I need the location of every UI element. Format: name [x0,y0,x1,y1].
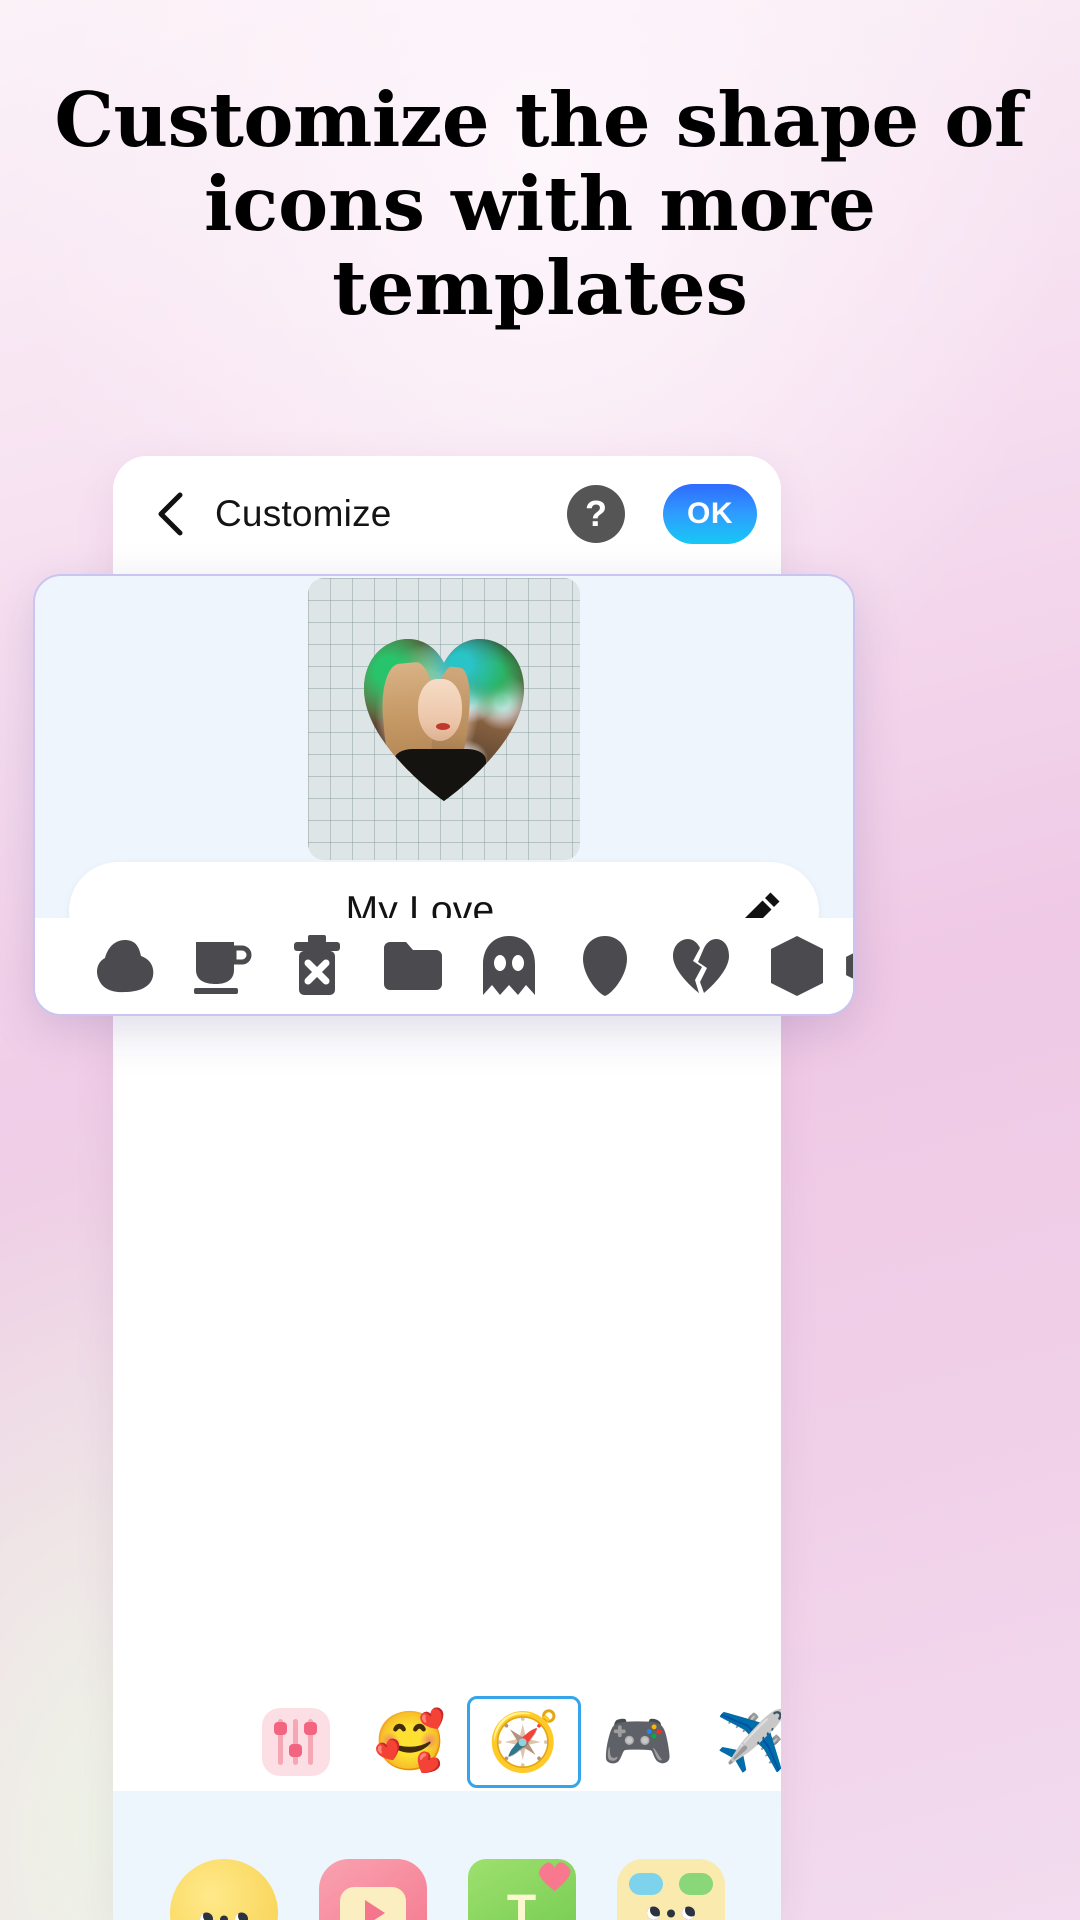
shape-coffee-cup[interactable] [173,928,269,1004]
heart-masked-photo [358,633,530,805]
icon-grid: T [149,1837,745,1920]
shape-trash-delete[interactable] [269,928,365,1004]
shape-broken-heart[interactable] [653,928,749,1004]
headline-line-2: icons with more [204,160,876,248]
headline-line-1: Customize the shape of [54,76,1026,164]
category-tab-strip[interactable]: 🥰 🧭 🎮 ✈️ 🏞️ [113,1693,781,1791]
icon-face [199,1912,248,1920]
icon-face [646,1906,695,1920]
sliders-icon [262,1708,330,1776]
grid-item[interactable]: T [447,1837,596,1920]
preview-area [35,576,853,862]
assistant-robot-icon[interactable] [169,1859,278,1920]
app-bar: Customize ? OK [113,456,781,572]
headline-line-3: templates [332,244,748,332]
grid-item[interactable] [298,1837,447,1920]
tab-travel[interactable]: ✈️ [695,1696,781,1788]
grid-item[interactable] [596,1837,745,1920]
airplane-emoji-icon: ✈️ [715,1709,781,1774]
shape-partial[interactable] [845,928,853,1004]
grid-item[interactable] [149,1837,298,1920]
shape-hexagon[interactable] [749,928,845,1004]
ok-button[interactable]: OK [663,484,757,544]
love-emoji-icon: 🥰 [373,1709,447,1774]
compass-emoji-icon: 🧭 [487,1709,561,1774]
shape-picker-overlay: My Love [33,574,855,1016]
shape-ghost[interactable] [461,928,557,1004]
shape-template-strip[interactable] [35,918,853,1014]
gamepad-emoji-icon: 🎮 [601,1709,675,1774]
video-player-icon[interactable] [318,1859,427,1920]
promo-headline: Customize the shape of icons with more t… [0,78,1080,330]
shape-folder[interactable] [365,928,461,1004]
chevron-left-icon[interactable] [147,491,193,537]
help-icon[interactable]: ? [567,485,625,543]
tab-sliders[interactable] [239,1696,353,1788]
tab-love[interactable]: 🥰 [353,1696,467,1788]
page-title: Customize [215,493,392,534]
shape-cloud[interactable] [77,928,173,1004]
shape-guitar-pick[interactable] [557,928,653,1004]
tab-compass[interactable]: 🧭 [467,1696,581,1788]
icon-grid-panel: T [113,1791,781,1920]
checkerboard-canvas[interactable] [308,578,580,860]
tab-games[interactable]: 🎮 [581,1696,695,1788]
notes-green-icon[interactable]: T [467,1859,576,1920]
calculator-icon[interactable] [616,1859,725,1920]
